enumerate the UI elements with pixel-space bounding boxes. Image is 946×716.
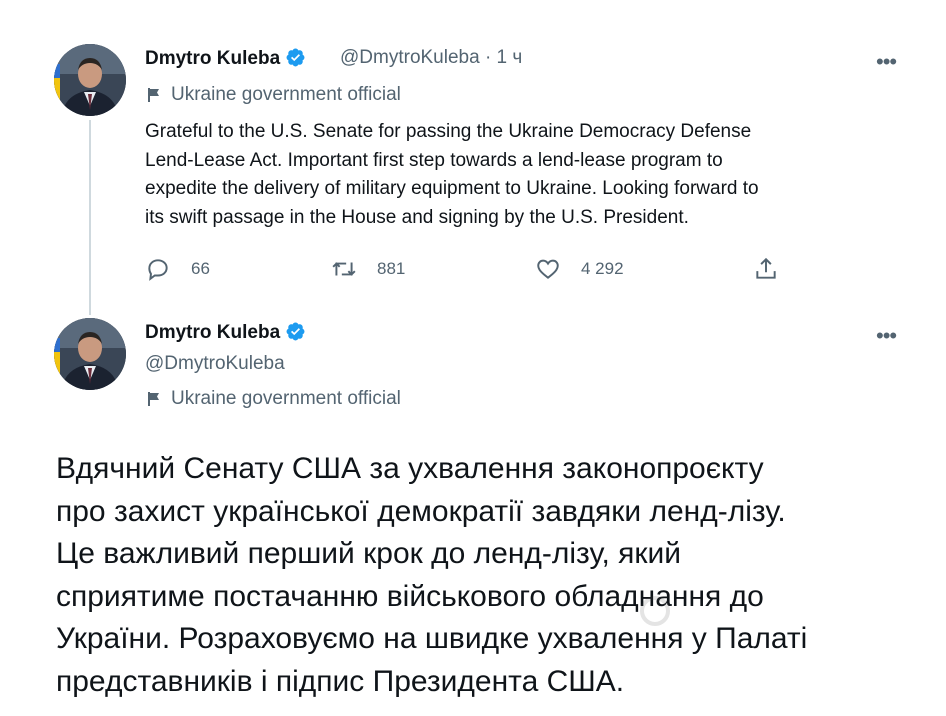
tweet-text-line: Grateful to the U.S. Senate for passing …: [145, 121, 752, 142]
reply-button[interactable]: 66: [145, 256, 210, 282]
verified-badge-icon: [286, 322, 305, 341]
retweet-count: 881: [377, 259, 406, 278]
tweet-text-line: Lend-Lease Act. Important first step tow…: [145, 149, 723, 171]
tweet-text-line: its swift passage in the House and signi…: [145, 206, 689, 228]
author-handle[interactable]: @DmytroKuleba: [340, 47, 480, 68]
retweet-icon: [332, 262, 356, 276]
government-label-text: Ukraine government official: [171, 388, 401, 409]
more-options-icon[interactable]: •••: [876, 325, 897, 347]
government-label[interactable]: Ukraine government official: [145, 84, 401, 106]
author-name-text[interactable]: Dmytro Kuleba: [145, 322, 280, 343]
author-handle-time: @DmytroKuleba · 1 ч: [340, 47, 522, 69]
like-button[interactable]: 4 292: [535, 256, 624, 282]
author-name[interactable]: Dmytro Kuleba: [145, 321, 306, 344]
reply-icon: [148, 259, 168, 281]
tweet-text-line: сприятиме постачанню військового обладна…: [56, 579, 764, 613]
tweet-text-line: Це важливий перший крок до ленд-лізу, як…: [56, 537, 682, 570]
avatar[interactable]: [54, 318, 126, 390]
tweet-text-line: України. Розраховуємо на швидке ухваленн…: [56, 622, 808, 655]
tweet-text-line: представників і підпис Президента США.: [56, 664, 625, 698]
more-options-icon[interactable]: •••: [876, 51, 897, 73]
tweet-timestamp[interactable]: · 1 ч: [485, 47, 522, 68]
author-handle[interactable]: @DmytroKuleba: [145, 353, 285, 375]
verified-badge-icon: [286, 48, 305, 67]
heart-icon: [537, 259, 559, 279]
reply-count: 66: [191, 259, 210, 278]
tweet-text-line: Вдячний Сенату США за ухвалення законопр…: [56, 452, 764, 485]
thread-connector-line: [89, 120, 91, 315]
avatar[interactable]: [54, 44, 126, 116]
tweet-text: Grateful to the U.S. Senate for passing …: [145, 118, 905, 232]
flag-icon: [148, 88, 159, 102]
tweet-actions: 66 881 4 292: [145, 256, 805, 284]
government-label[interactable]: Ukraine government official: [145, 388, 401, 410]
like-count: 4 292: [581, 259, 624, 278]
author-name[interactable]: Dmytro Kuleba: [145, 47, 306, 70]
tweet-text-line: expedite the delivery of military equipm…: [145, 178, 759, 199]
author-name-text[interactable]: Dmytro Kuleba: [145, 48, 280, 69]
watermark-circle-icon: [640, 596, 670, 626]
watermark-logo: [640, 596, 678, 626]
flag-icon: [148, 392, 159, 406]
share-button[interactable]: [753, 256, 799, 282]
share-icon: [756, 257, 776, 279]
government-label-text: Ukraine government official: [171, 84, 401, 105]
retweet-button[interactable]: 881: [331, 256, 405, 282]
tweet-text-line: про захист української демократії завдяк…: [56, 494, 786, 528]
tweet-text-large: Вдячний Сенату США за ухвалення законопр…: [56, 448, 916, 703]
